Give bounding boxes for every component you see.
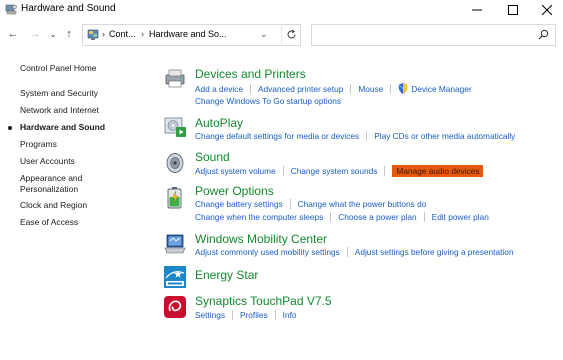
minimize-icon (472, 9, 482, 11)
current-page-bullet (8, 126, 12, 130)
link-divider (289, 199, 291, 209)
touchpad-info-link[interactable]: Info (283, 310, 297, 320)
mouse-link[interactable]: Mouse (358, 84, 383, 94)
breadcrumb-separator-icon: › (102, 29, 105, 39)
touchpad-settings-link[interactable]: Settings (195, 310, 225, 320)
minimize-button[interactable] (460, 0, 494, 20)
up-arrow-icon: ↑ (66, 28, 72, 40)
presentation-settings-link[interactable]: Adjust settings before giving a presenta… (355, 247, 514, 257)
chevron-down-icon: ⌄ (49, 29, 57, 39)
back-arrow-icon: ← (7, 28, 19, 40)
sidebar-item-ease-of-access[interactable]: Ease of Access (20, 217, 78, 228)
sidebar-item-system-and-security[interactable]: System and Security (20, 88, 98, 99)
devices-links-row1: Add a device Advanced printer setup Mous… (195, 83, 472, 94)
windows-to-go-link[interactable]: Change Windows To Go startup options (195, 96, 341, 106)
maximize-button[interactable] (496, 0, 530, 20)
link-divider (390, 83, 392, 94)
sidebar-item-network-and-internet[interactable]: Network and Internet (20, 105, 99, 116)
link-divider (366, 131, 368, 141)
power-links-row1: Change battery settings Change what the … (195, 199, 426, 209)
windows-mobility-center-title[interactable]: Windows Mobility Center (195, 232, 327, 246)
link-divider (249, 83, 251, 94)
add-a-device-link[interactable]: Add a device (195, 84, 243, 94)
link-divider (231, 310, 233, 320)
change-battery-settings-link[interactable]: Change battery settings (195, 199, 283, 209)
sidebar-item-appearance-line2[interactable]: Personalization (20, 184, 78, 195)
link-divider (350, 83, 352, 94)
sidebar-item-hardware-and-sound[interactable]: Hardware and Sound (20, 122, 105, 133)
sidebar-item-appearance-line1[interactable]: Appearance and (20, 173, 82, 184)
link-divider (423, 212, 425, 222)
autoplay-title[interactable]: AutoPlay (195, 116, 243, 130)
energy-star-title[interactable]: Energy Star (195, 268, 258, 282)
mobility-links-row1: Adjust commonly used mobility settings A… (195, 247, 513, 257)
battery-icon (167, 187, 182, 209)
mobility-settings-link[interactable]: Adjust commonly used mobility settings (195, 247, 340, 257)
devices-links-row2: Change Windows To Go startup options (195, 96, 341, 106)
link-divider (274, 310, 276, 320)
close-button[interactable] (530, 0, 563, 20)
hardware-and-sound-icon (5, 4, 17, 15)
printer-icon (165, 69, 185, 88)
speaker-icon (166, 153, 184, 173)
up-button[interactable]: ↑ (62, 26, 76, 42)
synaptics-touchpad-title[interactable]: Synaptics TouchPad V7.5 (195, 294, 332, 308)
title-bar: Hardware and Sound (0, 0, 563, 20)
adjust-system-volume-link[interactable]: Adjust system volume (195, 166, 276, 176)
control-panel-icon (87, 29, 99, 40)
link-divider (330, 212, 332, 222)
address-dropdown-icon[interactable]: ⌄ (260, 29, 268, 40)
sidebar-item-user-accounts[interactable]: User Accounts (20, 156, 75, 167)
window-title: Hardware and Sound (21, 3, 116, 14)
touchpad-links-row1: Settings Profiles Info (195, 310, 297, 320)
close-icon (542, 5, 552, 15)
navigation-bar: ← → ⌄ ↑ › Cont... › Hardware and So... ⌄ (0, 22, 563, 48)
change-system-sounds-link[interactable]: Change system sounds (291, 166, 378, 176)
refresh-button[interactable] (281, 24, 301, 44)
laptop-icon (164, 234, 186, 254)
link-divider (346, 247, 348, 257)
choose-power-plan-link[interactable]: Choose a power plan (338, 212, 416, 222)
link-divider (282, 166, 284, 176)
search-icon (538, 29, 549, 40)
search-box[interactable] (311, 24, 556, 46)
refresh-icon (287, 29, 296, 38)
breadcrumb-hardware-and-sound[interactable]: Hardware and So... (149, 29, 227, 39)
forward-button[interactable]: → (28, 26, 42, 42)
power-options-title[interactable]: Power Options (195, 184, 274, 198)
uac-shield-icon (398, 83, 408, 94)
edit-power-plan-link[interactable]: Edit power plan (432, 212, 489, 222)
advanced-printer-setup-link[interactable]: Advanced printer setup (258, 84, 343, 94)
back-button[interactable]: ← (6, 26, 20, 42)
recent-locations-button[interactable]: ⌄ (46, 26, 60, 42)
forward-arrow-icon: → (29, 28, 41, 40)
computer-sleeps-link[interactable]: Change when the computer sleeps (195, 212, 323, 222)
link-divider (384, 166, 386, 176)
breadcrumb-control-panel[interactable]: Cont... (109, 29, 136, 39)
devices-and-printers-title[interactable]: Devices and Printers (195, 67, 306, 81)
energy-star-icon (164, 266, 186, 288)
play-cds-automatically-link[interactable]: Play CDs or other media automatically (374, 131, 515, 141)
power-buttons-link[interactable]: Change what the power buttons do (298, 199, 427, 209)
power-links-row2: Change when the computer sleeps Choose a… (195, 212, 489, 222)
autoplay-links-row1: Change default settings for media or dev… (195, 131, 515, 141)
sound-links-row1: Adjust system volume Change system sound… (195, 165, 484, 177)
synaptics-touchpad-icon (164, 296, 186, 318)
autoplay-icon (164, 117, 186, 137)
sound-title[interactable]: Sound (195, 150, 230, 164)
maximize-icon (508, 5, 518, 15)
touchpad-profiles-link[interactable]: Profiles (240, 310, 268, 320)
manage-audio-devices-link[interactable]: Manage audio devices (392, 165, 484, 177)
sidebar-item-control-panel-home[interactable]: Control Panel Home (20, 63, 97, 74)
breadcrumb-separator-icon: › (141, 29, 144, 39)
sidebar-item-clock-and-region[interactable]: Clock and Region (20, 200, 87, 211)
address-bar[interactable]: › Cont... › Hardware and So... ⌄ (82, 24, 301, 46)
device-manager-link[interactable]: Device Manager (411, 84, 471, 94)
sidebar-item-programs[interactable]: Programs (20, 139, 57, 150)
change-default-media-settings-link[interactable]: Change default settings for media or dev… (195, 131, 359, 141)
